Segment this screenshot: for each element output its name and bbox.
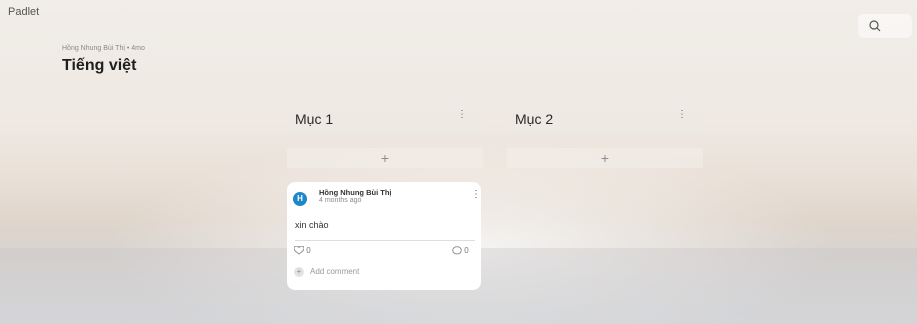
plus-icon: + (380, 150, 390, 166)
add-post-button-muc-2[interactable]: + (507, 148, 703, 168)
post-card[interactable]: H Hồng Nhung Bùi Thị 4 months ago ⋮ xin … (287, 182, 481, 290)
board-title: Tiếng việt (62, 57, 137, 74)
column-menu-icon[interactable]: ⋮ (677, 110, 687, 120)
column-title: Mục 1 (295, 111, 334, 127)
column-header-muc-1: Mục 1 ⋮ (287, 104, 483, 132)
plus-icon: + (600, 150, 610, 166)
column-title: Mục 2 (515, 111, 554, 127)
post-timestamp: 4 months ago (319, 197, 362, 204)
like-count: 0 (306, 246, 311, 255)
search-button[interactable] (858, 14, 912, 38)
add-post-button-muc-1[interactable]: + (287, 148, 483, 168)
comment-count: 0 (464, 246, 469, 255)
column-header-muc-2: Mục 2 ⋮ (507, 104, 703, 132)
search-icon (869, 20, 881, 32)
add-comment-label: Add comment (310, 267, 360, 277)
post-body: xin chào (295, 220, 329, 230)
heart-icon (293, 245, 305, 255)
comment-button[interactable]: 0 (452, 246, 469, 255)
divider (295, 240, 475, 241)
avatar: H (293, 192, 307, 206)
plus-circle-icon: + (294, 267, 304, 277)
comment-icon (452, 246, 462, 255)
board-author-meta: Hồng Nhung Bùi Thị • 4mo (62, 45, 145, 52)
column-menu-icon[interactable]: ⋮ (457, 110, 467, 120)
post-author: Hồng Nhung Bùi Thị (319, 188, 392, 197)
like-button[interactable]: 0 (293, 245, 311, 255)
post-menu-icon[interactable]: ⋮ (471, 189, 481, 200)
add-comment-button[interactable]: + Add comment (294, 267, 359, 277)
padlet-logo[interactable]: Padlet (8, 6, 39, 18)
